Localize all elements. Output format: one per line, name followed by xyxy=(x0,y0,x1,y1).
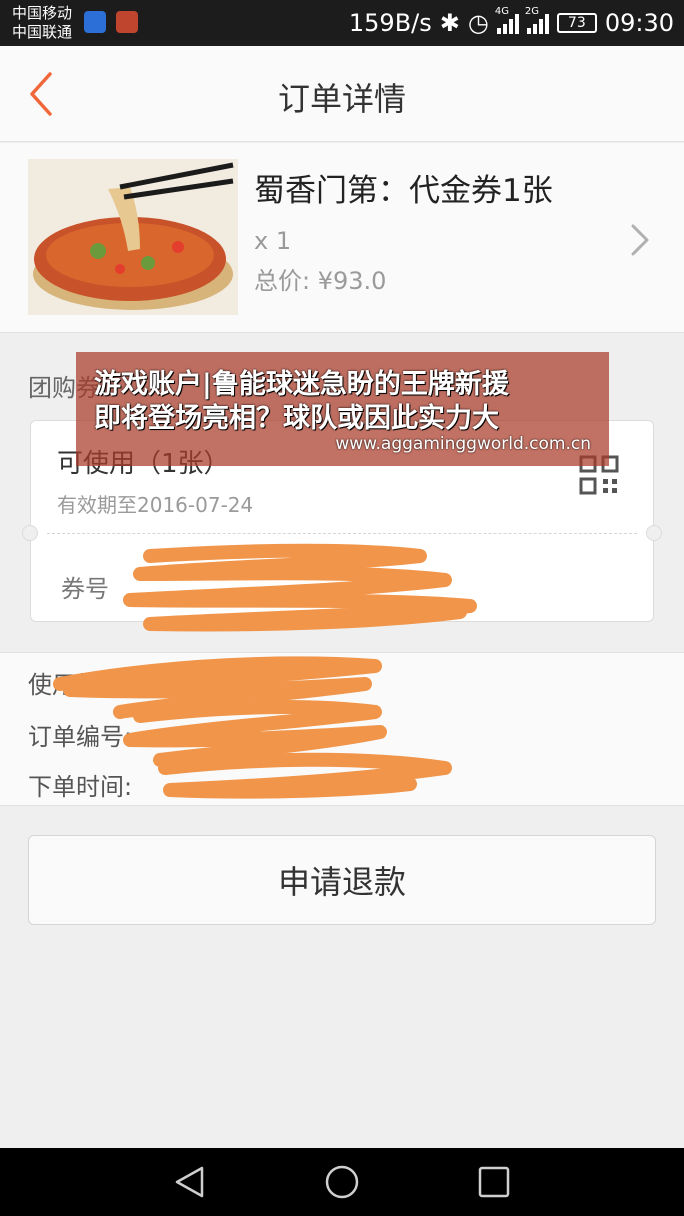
signal-4g-icon: 4G xyxy=(495,6,519,34)
watermark-url: www.aggaminggworld.com.cn xyxy=(335,434,591,454)
baidu-notification-icon xyxy=(84,11,106,33)
nav-back-icon[interactable] xyxy=(172,1164,208,1200)
app-header: 订单详情 xyxy=(0,46,684,142)
coupon-notch-right xyxy=(646,525,662,541)
carrier-1: 中国移动 xyxy=(12,4,73,22)
signal-2g-icon: 2G xyxy=(525,6,549,34)
order-time-label: 下单时间: xyxy=(28,773,133,801)
coupon-notch-left xyxy=(22,525,38,541)
app-notification-icon xyxy=(116,11,138,33)
chevron-right-icon xyxy=(631,224,649,256)
clock: 09:30 xyxy=(604,9,674,37)
product-name: 蜀香门第：代金券1张 xyxy=(254,173,553,209)
system-nav-bar xyxy=(0,1148,684,1216)
nav-recent-apps-icon[interactable] xyxy=(476,1164,512,1200)
product-summary[interactable]: 蜀香门第：代金券1张 x 1 总价: ¥93.0 xyxy=(0,143,684,333)
page-title: 订单详情 xyxy=(277,80,406,118)
watermark-banner: 游戏账户|鲁能球迷急盼的王牌新援 即将登场亮相？球队或因此实力大 www.agg… xyxy=(76,352,609,466)
net-speed: 159B/s xyxy=(348,9,432,37)
carrier-info: 中国移动 中国联通 xyxy=(12,4,72,42)
order-info: 使用规则: 订单编号: 下单时间: xyxy=(0,652,684,806)
alarm-icon: ◷ xyxy=(467,9,489,37)
network-4g-label: 4G xyxy=(494,6,509,17)
product-image xyxy=(28,159,238,315)
product-quantity: x 1 xyxy=(254,227,292,255)
status-bar: 中国移动 中国联通 159B/s ✱ ◷ 4G 2G 73 09:30 xyxy=(0,0,684,46)
battery-level: 73 xyxy=(567,15,586,31)
watermark-line-2: 即将登场亮相？球队或因此实力大 xyxy=(94,403,499,434)
network-2g-label: 2G xyxy=(524,6,539,17)
coupon-validity: 有效期至2016-07-24 xyxy=(57,493,254,517)
nav-home-icon[interactable] xyxy=(324,1164,360,1200)
carrier-2: 中国联通 xyxy=(12,23,73,41)
usage-rules-label: 使用规则: xyxy=(28,671,133,699)
battery-icon: 73 xyxy=(556,13,597,33)
coupon-code-label: 券号 xyxy=(61,575,109,603)
refund-button[interactable]: 申请退款 xyxy=(28,835,656,925)
order-number-label: 订单编号: xyxy=(28,723,133,751)
coupon-divider xyxy=(47,533,637,534)
bluetooth-icon: ✱ xyxy=(439,9,460,37)
status-right: 159B/s ✱ ◷ 4G 2G 73 09:30 xyxy=(348,6,674,38)
product-total-price: 总价: ¥93.0 xyxy=(254,267,387,295)
